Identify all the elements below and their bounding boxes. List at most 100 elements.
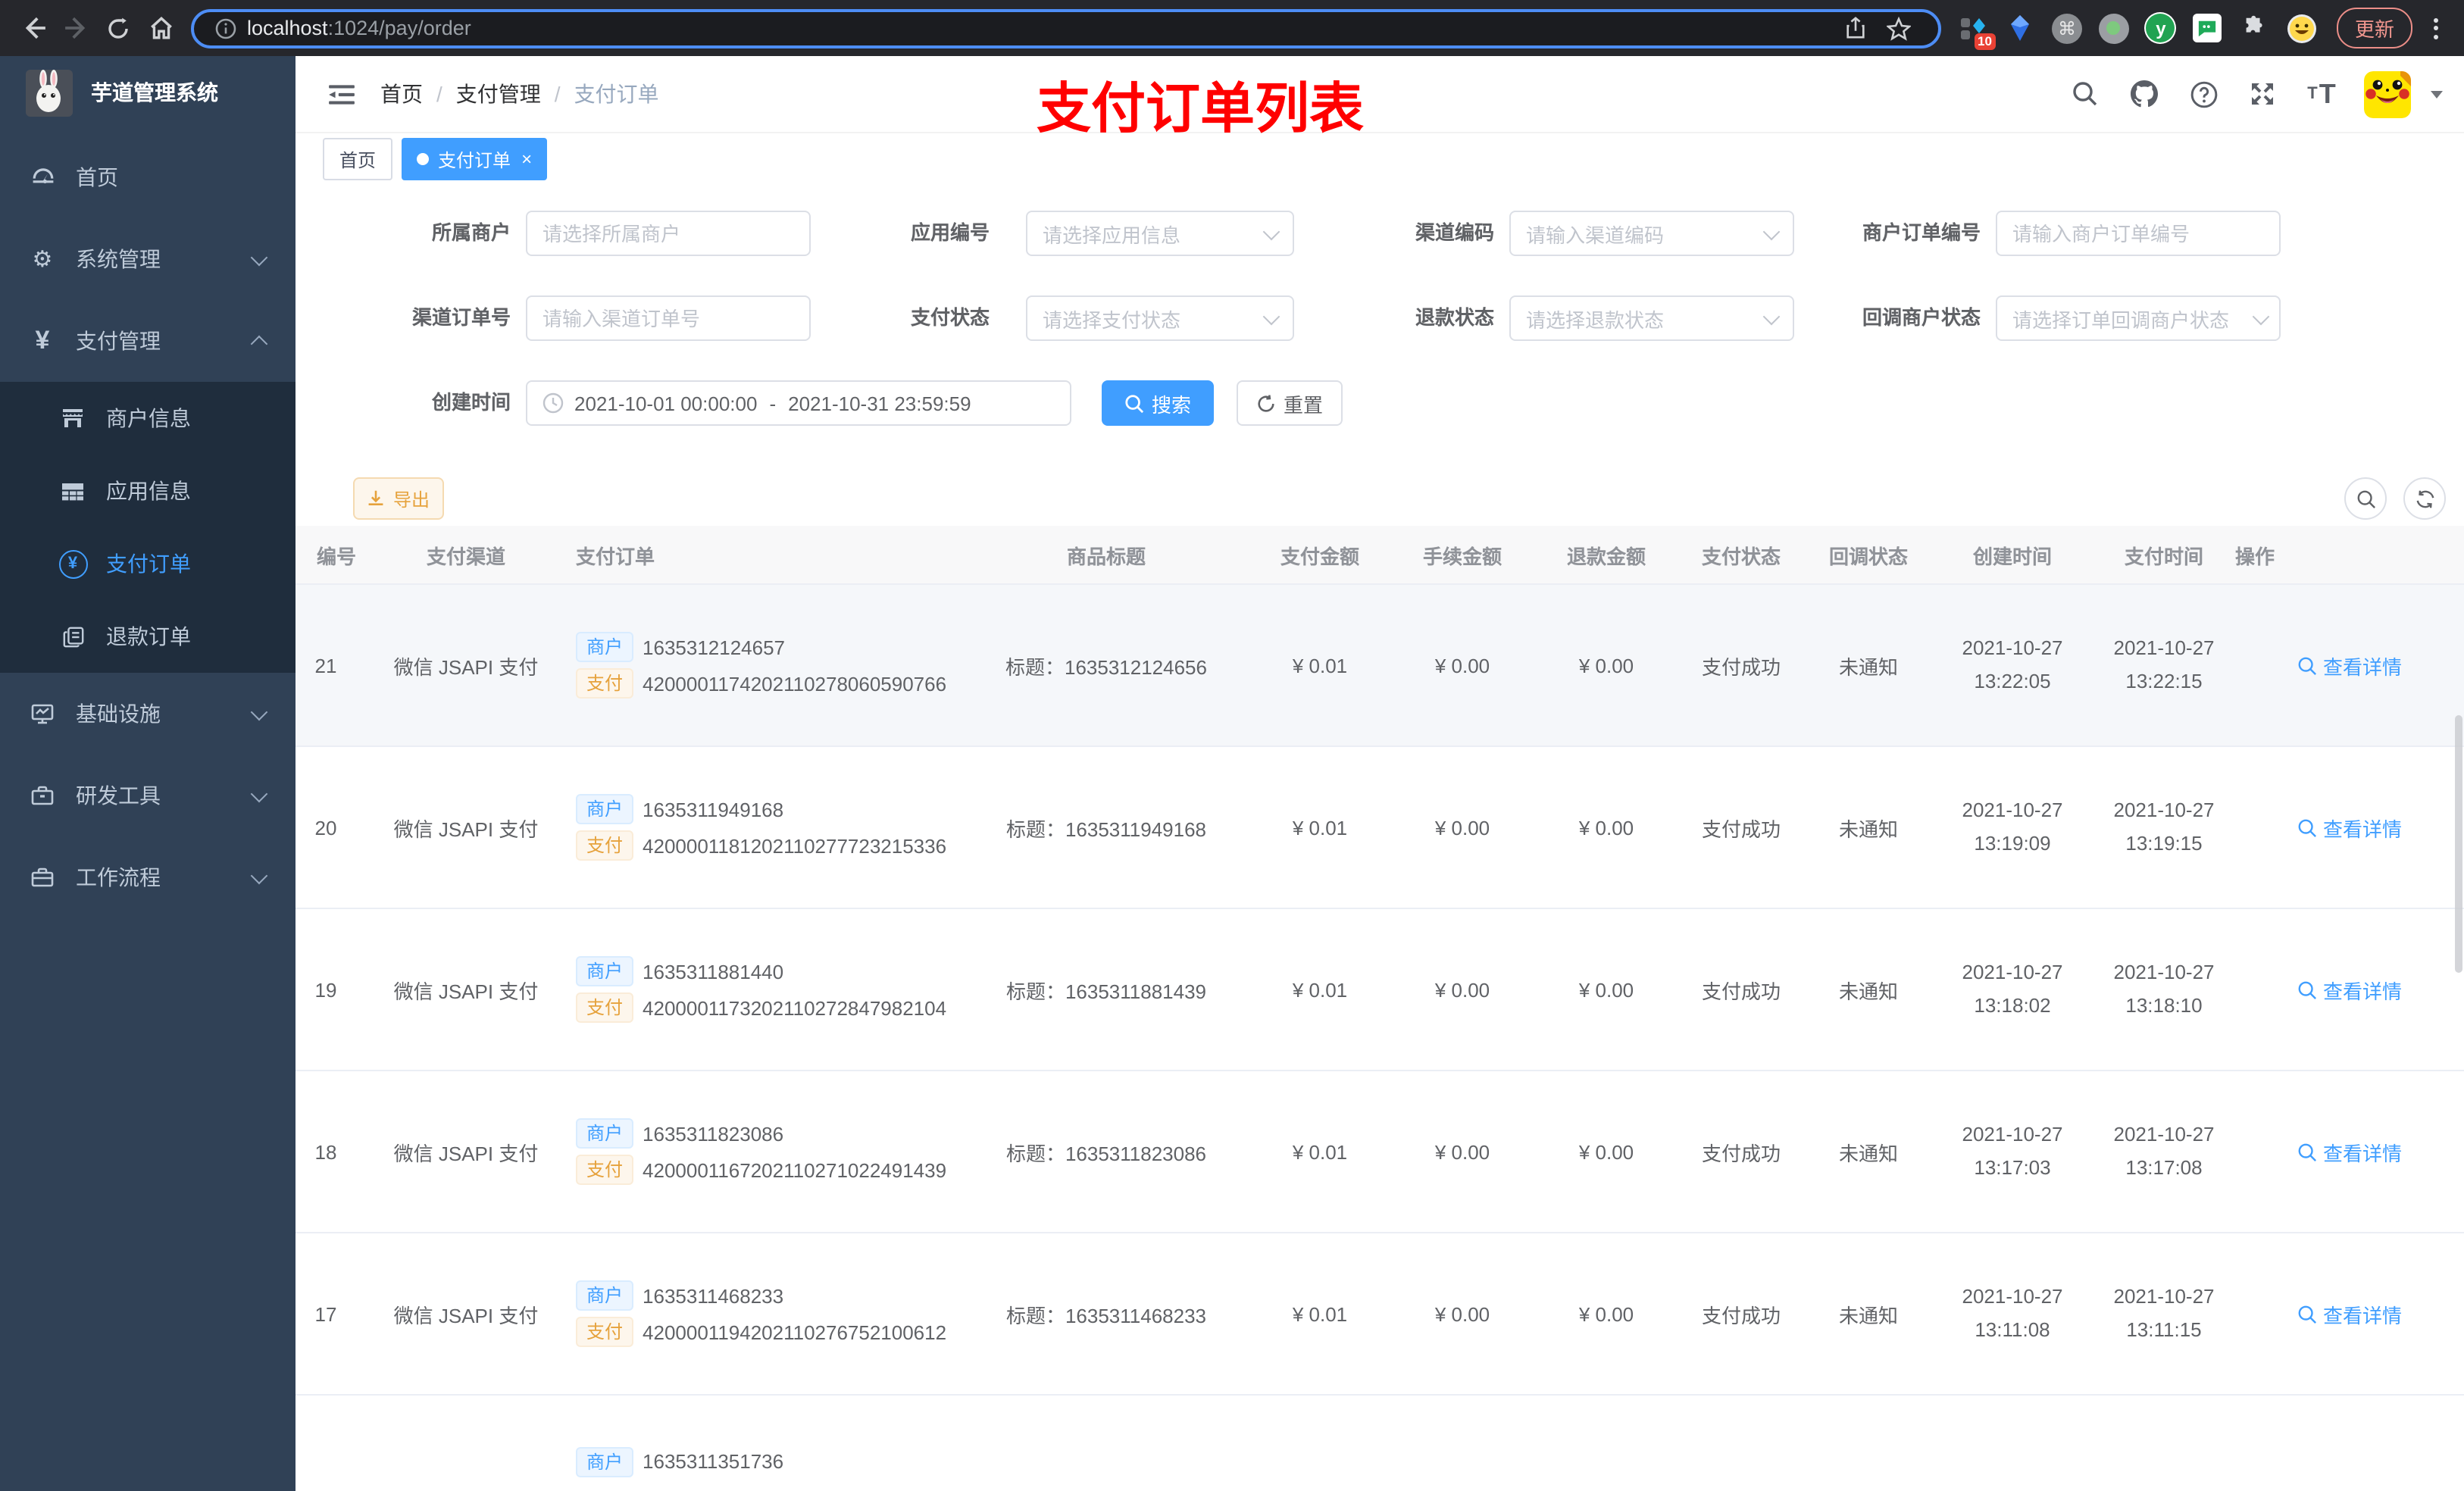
view-detail-link[interactable]: 查看详情 — [2297, 813, 2402, 842]
cell-refund-amount: ¥ 0.00 — [1535, 1233, 1678, 1396]
sidebar-item-infra[interactable]: 基础设施 — [0, 673, 295, 755]
cell-title: 标题：1635311468233 — [962, 1233, 1250, 1396]
sidebar-item-merchant-info[interactable]: 商户信息 — [0, 382, 295, 455]
cell-pay-time: 2021-10-27 13:19:15 — [2093, 746, 2235, 909]
sidebar-item-system[interactable]: ⚙ 系统管理 — [0, 218, 295, 300]
pay-order-no: 4200001167202110271022491439 — [643, 1158, 947, 1181]
font-size-icon[interactable]: TT — [2305, 77, 2338, 111]
avatar-caret-icon[interactable] — [2431, 90, 2443, 98]
cell-channel: 微信 JSAPI 支付 — [356, 746, 576, 909]
tab-pay-order[interactable]: 支付订单 × — [402, 138, 548, 180]
user-avatar[interactable] — [2364, 70, 2411, 117]
export-button[interactable]: 导出 — [353, 477, 444, 520]
chevron-down-icon — [250, 702, 268, 720]
cell-create-time: 2021-10-27 13:17:03 — [1932, 1071, 2093, 1233]
cell-create-time: 2021-10-27 13:11:08 — [1932, 1233, 2093, 1396]
view-detail-link[interactable]: 查看详情 — [2297, 975, 2402, 1004]
callback-status-select[interactable]: 请选择订单回调商户状态 — [1996, 295, 2281, 341]
merchant-input-field[interactable] — [543, 222, 794, 245]
cell-title — [962, 1395, 1250, 1491]
reload-icon[interactable] — [97, 5, 139, 51]
yen-icon: ¥ — [35, 326, 50, 355]
browser-menu-icon[interactable] — [2425, 17, 2446, 39]
merchant-order-no: 1635311823086 — [643, 1122, 784, 1145]
extension-command-icon[interactable]: ⌘ — [2050, 11, 2084, 45]
create-time-range-picker[interactable]: 2021-10-01 00:00:00 - 2021-10-31 23:59:5… — [526, 380, 1071, 426]
fullscreen-icon[interactable] — [2246, 77, 2279, 111]
sidebar-item-pay-order[interactable]: ¥ 支付订单 — [0, 527, 295, 600]
forward-icon[interactable] — [55, 5, 97, 51]
bookmark-star-icon[interactable] — [1878, 5, 1920, 51]
extension-chat-icon[interactable] — [2191, 11, 2225, 45]
navbar-actions: TT — [2068, 70, 2464, 117]
channel-order-no-input[interactable] — [526, 295, 811, 341]
url-bar[interactable]: localhost:1024/pay/order — [191, 8, 1941, 48]
extension-sidebar-icon[interactable]: 10 — [1956, 11, 1996, 49]
merchant-tag: 商户 — [576, 632, 634, 662]
pay-tag: 支付 — [576, 992, 634, 1023]
cell-pay-status — [1678, 1395, 1805, 1491]
sidebar-item-refund-order[interactable]: 退款订单 — [0, 600, 295, 673]
help-icon[interactable] — [2187, 77, 2220, 111]
view-detail-link[interactable]: 查看详情 — [2297, 1299, 2402, 1328]
app-logo-row[interactable]: 芋道管理系统 — [0, 56, 295, 129]
chevron-down-icon — [1262, 307, 1280, 325]
merchant-input[interactable] — [526, 211, 811, 256]
search-button[interactable]: 搜索 — [1102, 380, 1214, 426]
main-area: 首页 / 支付管理 / 支付订单 支付订单列表 T T 首页 支付订单 × 所属… — [295, 56, 2464, 1491]
site-info-icon[interactable] — [212, 5, 239, 51]
merchant-order-no-field[interactable] — [2012, 222, 2264, 245]
sidebar-item-dev-tools[interactable]: 研发工具 — [0, 755, 295, 836]
cell-actions: 查看详情 — [2235, 584, 2464, 747]
channel-code-select[interactable]: 请输入渠道编码 — [1509, 211, 1794, 256]
page-scrollbar[interactable] — [2455, 715, 2462, 973]
sidebar-item-label: 应用信息 — [106, 479, 191, 503]
profile-avatar-icon[interactable] — [2285, 11, 2319, 45]
app-select[interactable]: 请选择应用信息 — [1026, 211, 1294, 256]
breadcrumb-separator: / — [554, 82, 561, 106]
top-navbar: 首页 / 支付管理 / 支付订单 支付订单列表 T T — [295, 56, 2464, 139]
chevron-down-icon — [2252, 307, 2270, 325]
cell-pay-status: 支付成功 — [1678, 908, 1805, 1071]
show-search-toggle-button[interactable] — [2344, 477, 2387, 520]
merchant-order-no-input[interactable] — [1996, 211, 2281, 256]
back-icon[interactable] — [12, 5, 55, 51]
reset-button[interactable]: 重置 — [1237, 380, 1343, 426]
collapse-sidebar-icon[interactable] — [323, 76, 359, 112]
extension-dot-icon[interactable] — [2097, 11, 2131, 45]
cell-pay-time: 2021-10-27 13:18:10 — [2093, 908, 2235, 1071]
browser-update-button[interactable]: 更新 — [2336, 8, 2412, 48]
cell-channel: 微信 JSAPI 支付 — [356, 908, 576, 1071]
breadcrumb-home[interactable]: 首页 — [380, 79, 423, 109]
search-icon[interactable] — [2068, 77, 2102, 111]
refresh-table-button[interactable] — [2403, 477, 2446, 520]
breadcrumb: 首页 / 支付管理 / 支付订单 — [380, 79, 659, 109]
refund-status-select[interactable]: 请选择退款状态 — [1509, 295, 1794, 341]
view-detail-link[interactable]: 查看详情 — [2297, 651, 2402, 680]
view-detail-link[interactable]: 查看详情 — [2297, 1137, 2402, 1166]
cell-fee-amount: ¥ 0.00 — [1390, 908, 1535, 1071]
sidebar-item-home[interactable]: 首页 — [0, 136, 295, 218]
cell-order: 商户 1635311468233 支付 4200001194202110276752… — [576, 1233, 962, 1396]
tab-home[interactable]: 首页 — [323, 138, 393, 180]
breadcrumb-pay[interactable]: 支付管理 — [456, 79, 541, 109]
dashboard-icon — [27, 164, 58, 190]
home-icon[interactable] — [139, 5, 182, 51]
tab-label: 首页 — [339, 149, 377, 170]
sidebar-item-workflow[interactable]: 工作流程 — [0, 836, 295, 918]
close-icon[interactable]: × — [521, 150, 532, 168]
create-time-start: 2021-10-01 00:00:00 — [574, 392, 758, 414]
share-icon[interactable] — [1835, 5, 1878, 51]
pay-status-select[interactable]: 请选择支付状态 — [1026, 295, 1294, 341]
cell-pay-status: 支付成功 — [1678, 1071, 1805, 1233]
extensions-puzzle-icon[interactable] — [2238, 11, 2272, 45]
filter-label-merchant: 所属商户 — [431, 221, 511, 244]
github-icon[interactable] — [2128, 77, 2161, 111]
sidebar-item-label: 商户信息 — [106, 406, 191, 430]
extension-y-icon[interactable]: y — [2144, 11, 2178, 45]
sidebar-item-pay[interactable]: ¥ 支付管理 — [0, 300, 295, 382]
orders-table: 编号 支付渠道 支付订单 商品标题 支付金额 手续金额 退款金额 支付状态 回调… — [295, 526, 2464, 1491]
extension-gem-icon[interactable] — [2003, 11, 2037, 45]
sidebar-item-app-info[interactable]: 应用信息 — [0, 455, 295, 527]
channel-order-no-field[interactable] — [543, 307, 794, 330]
